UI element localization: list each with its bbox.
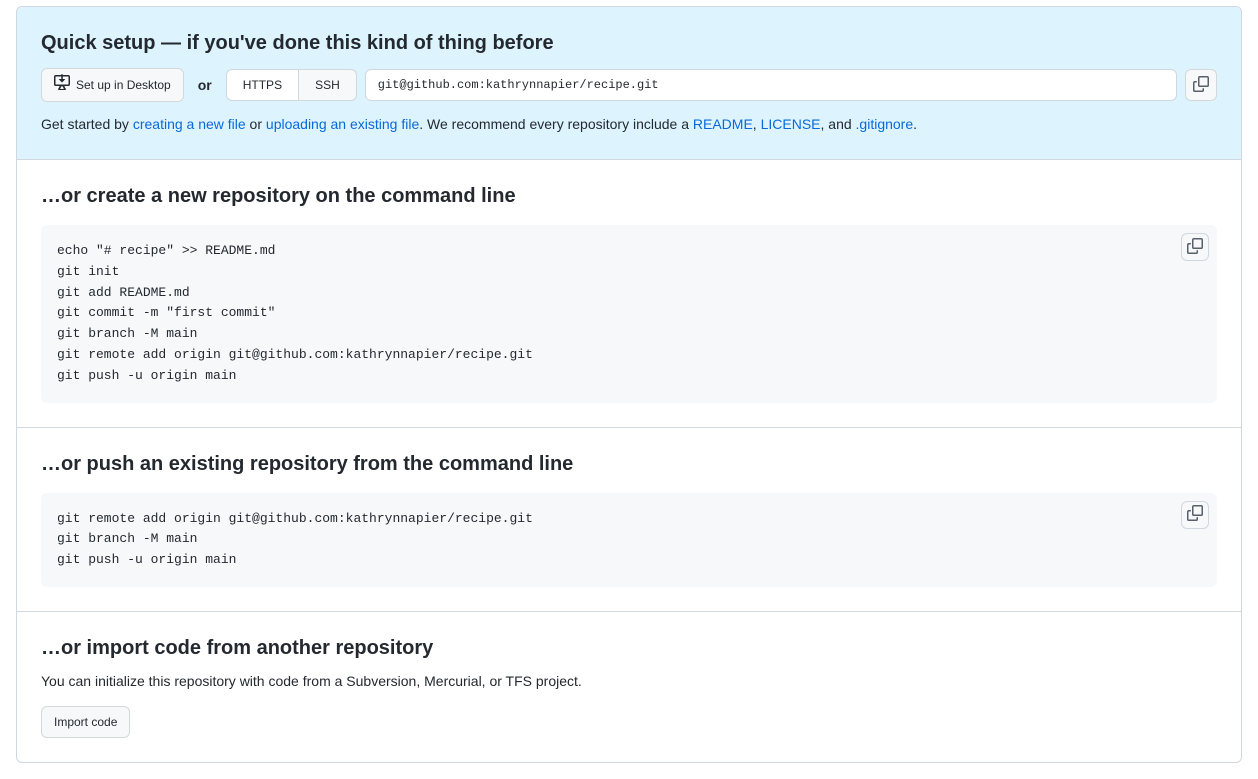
- link-upload-file[interactable]: uploading an existing file: [266, 116, 419, 132]
- setup-desktop-label: Set up in Desktop: [76, 75, 171, 95]
- ssh-button[interactable]: SSH: [298, 69, 357, 101]
- push-repo-code[interactable]: git remote add origin git@github.com:kat…: [41, 493, 1217, 587]
- import-repo-heading: …or import code from another repository: [41, 636, 1217, 661]
- create-repo-heading: …or create a new repository on the comma…: [41, 184, 1217, 209]
- link-new-file[interactable]: creating a new file: [133, 116, 246, 132]
- create-repo-code-wrapper: echo "# recipe" >> README.md git init gi…: [41, 225, 1217, 403]
- copy-create-code-button[interactable]: [1181, 233, 1209, 261]
- quick-setup-help: Get started by creating a new file or up…: [41, 114, 1217, 135]
- quick-setup-controls: Set up in Desktop or HTTPS SSH: [41, 68, 1217, 102]
- copy-push-code-button[interactable]: [1181, 501, 1209, 529]
- push-repo-heading: …or push an existing repository from the…: [41, 452, 1217, 477]
- copy-url-button[interactable]: [1185, 69, 1217, 101]
- https-button[interactable]: HTTPS: [226, 69, 299, 101]
- import-repo-section: …or import code from another repository …: [17, 612, 1241, 762]
- push-repo-code-wrapper: git remote add origin git@github.com:kat…: [41, 493, 1217, 587]
- quick-setup-section: Quick setup — if you've done this kind o…: [17, 7, 1241, 160]
- copy-icon: [1193, 76, 1209, 95]
- quick-setup-heading: Quick setup — if you've done this kind o…: [41, 31, 1217, 56]
- protocol-toggle: HTTPS SSH: [226, 69, 357, 101]
- link-gitignore[interactable]: .gitignore: [856, 116, 914, 132]
- link-readme[interactable]: README: [693, 116, 753, 132]
- clone-url-input[interactable]: [365, 69, 1177, 101]
- create-repo-section: …or create a new repository on the comma…: [17, 160, 1241, 428]
- copy-icon: [1187, 238, 1203, 257]
- import-code-button[interactable]: Import code: [41, 706, 130, 738]
- repo-setup-container: Quick setup — if you've done this kind o…: [16, 6, 1242, 763]
- or-separator: or: [198, 75, 212, 96]
- desktop-icon: [54, 74, 70, 96]
- link-license[interactable]: LICENSE: [761, 116, 821, 132]
- create-repo-code[interactable]: echo "# recipe" >> README.md git init gi…: [41, 225, 1217, 403]
- copy-icon: [1187, 505, 1203, 524]
- push-repo-section: …or push an existing repository from the…: [17, 428, 1241, 612]
- setup-desktop-button[interactable]: Set up in Desktop: [41, 68, 184, 102]
